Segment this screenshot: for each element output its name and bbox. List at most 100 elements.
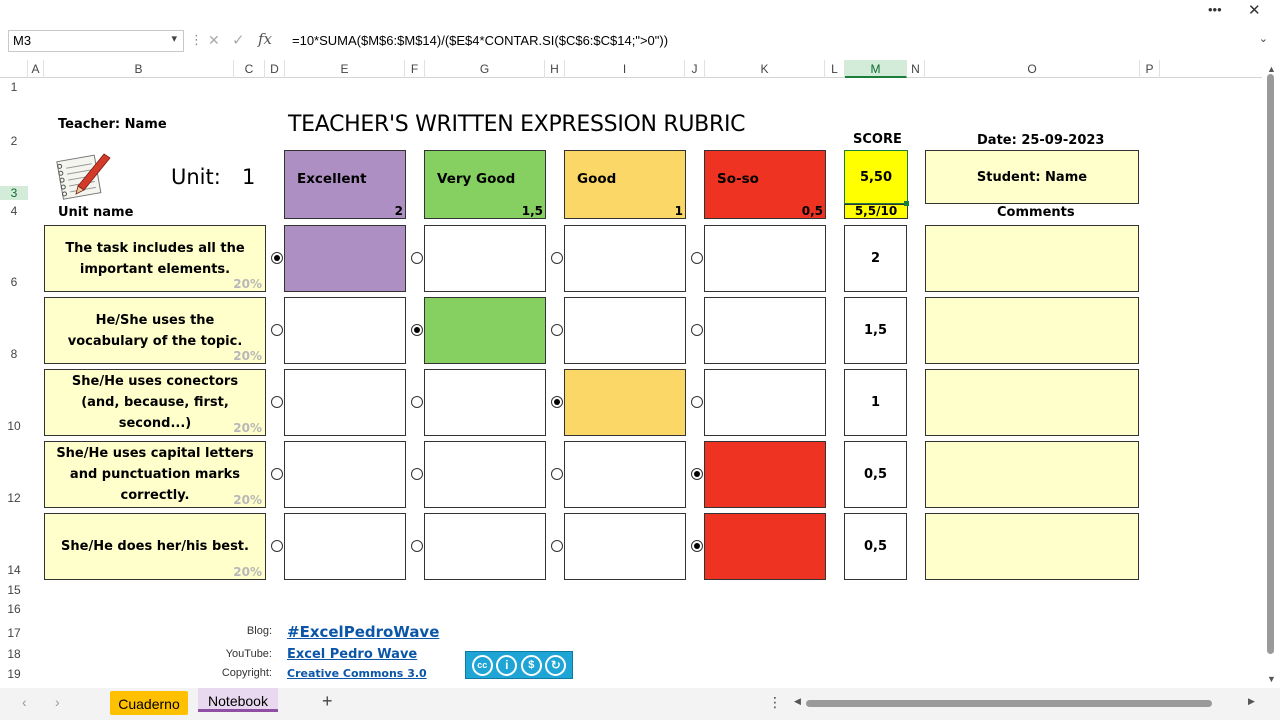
copyright-link[interactable]: Creative Commons 3.0 <box>287 667 427 680</box>
level-radio-button[interactable] <box>411 540 423 552</box>
column-header[interactable]: C <box>234 60 265 78</box>
sheet-tab-notebook[interactable]: Notebook <box>198 688 278 712</box>
level-cell[interactable] <box>704 225 826 292</box>
row-header[interactable]: 15 <box>0 583 28 597</box>
comment-cell[interactable] <box>925 513 1139 580</box>
vertical-scroll-thumb[interactable] <box>1267 74 1274 654</box>
column-header[interactable]: N <box>907 60 925 78</box>
level-cell[interactable] <box>704 369 826 436</box>
level-radio-button[interactable] <box>691 324 703 336</box>
column-header[interactable]: B <box>44 60 234 78</box>
vertical-scrollbar[interactable]: ▲ ▼ <box>1262 60 1280 686</box>
level-cell[interactable] <box>424 441 546 508</box>
scroll-right-icon[interactable]: ▶ <box>1248 696 1255 707</box>
row-header[interactable]: 18 <box>0 647 28 661</box>
level-radio-button[interactable] <box>271 396 283 408</box>
row-header[interactable]: 6 <box>0 275 28 289</box>
level-cell-selected[interactable] <box>284 225 406 292</box>
level-radio-button[interactable] <box>551 396 563 408</box>
level-cell-selected[interactable] <box>424 297 546 364</box>
more-options-icon[interactable]: ••• <box>1208 2 1222 17</box>
horizontal-scroll-thumb[interactable] <box>806 700 1212 707</box>
more-vertical-icon[interactable]: ⋮ <box>190 32 203 48</box>
row-header[interactable]: 19 <box>0 667 28 681</box>
level-radio-button[interactable] <box>411 468 423 480</box>
level-radio-button[interactable] <box>411 324 423 336</box>
more-vertical-icon[interactable]: ⋮ <box>768 694 782 711</box>
close-icon[interactable]: ✕ <box>1248 1 1261 19</box>
column-header[interactable]: I <box>565 60 685 78</box>
level-radio-button[interactable] <box>271 252 283 264</box>
comment-cell[interactable] <box>925 225 1139 292</box>
creative-commons-badge[interactable]: cc i $ ↻ <box>465 651 573 679</box>
row-header[interactable]: 8 <box>0 347 28 361</box>
level-cell[interactable] <box>284 441 406 508</box>
unit-number[interactable]: 1 <box>242 165 255 189</box>
level-radio-button[interactable] <box>411 252 423 264</box>
comment-cell[interactable] <box>925 441 1139 508</box>
level-cell[interactable] <box>424 225 546 292</box>
chevron-down-icon[interactable]: ▾ <box>171 32 177 45</box>
level-radio-button[interactable] <box>551 468 563 480</box>
level-cell[interactable] <box>424 513 546 580</box>
level-cell[interactable] <box>564 297 686 364</box>
function-icon[interactable]: fx <box>258 30 272 48</box>
add-sheet-icon[interactable]: + <box>322 691 333 712</box>
level-cell[interactable] <box>564 225 686 292</box>
level-cell[interactable] <box>424 369 546 436</box>
row-header[interactable]: 4 <box>0 204 28 218</box>
level-cell[interactable] <box>284 369 406 436</box>
level-cell-selected[interactable] <box>704 513 826 580</box>
row-header[interactable]: 14 <box>0 563 28 577</box>
scroll-left-icon[interactable]: ◀ <box>794 696 801 707</box>
formula-input[interactable]: =10*SUMA($M$6:$M$14)/($E$4*CONTAR.SI($C$… <box>284 30 1274 52</box>
row-header[interactable]: 10 <box>0 419 28 433</box>
column-header-selected[interactable]: M <box>845 60 907 78</box>
scroll-up-icon[interactable]: ▲ <box>1267 64 1276 74</box>
comment-cell[interactable] <box>925 297 1139 364</box>
column-header[interactable]: K <box>705 60 825 78</box>
level-radio-button[interactable] <box>691 540 703 552</box>
level-radio-button[interactable] <box>411 396 423 408</box>
row-header[interactable]: 2 <box>0 134 28 148</box>
level-radio-button[interactable] <box>271 468 283 480</box>
level-radio-button[interactable] <box>691 252 703 264</box>
prev-sheet-icon[interactable]: ‹ <box>22 694 27 710</box>
level-cell-selected[interactable] <box>564 369 686 436</box>
name-box[interactable]: M3 ▾ <box>8 30 184 52</box>
score-total-cell[interactable]: 5,50 <box>844 150 908 204</box>
level-cell[interactable] <box>284 513 406 580</box>
row-header[interactable]: 17 <box>0 626 28 640</box>
column-header[interactable]: L <box>825 60 845 78</box>
row-header-selected[interactable]: 3 <box>0 186 28 200</box>
column-header[interactable]: D <box>265 60 285 78</box>
column-header[interactable]: G <box>425 60 545 78</box>
scroll-down-icon[interactable]: ▼ <box>1267 674 1276 684</box>
youtube-link[interactable]: Excel Pedro Wave <box>287 647 417 662</box>
expand-formula-icon[interactable]: ⌄ <box>1259 32 1268 45</box>
cancel-icon[interactable]: ✕ <box>208 32 220 49</box>
level-radio-button[interactable] <box>551 252 563 264</box>
level-cell[interactable] <box>564 513 686 580</box>
fill-handle[interactable] <box>904 201 909 206</box>
row-header[interactable]: 1 <box>0 80 28 94</box>
level-radio-button[interactable] <box>691 468 703 480</box>
next-sheet-icon[interactable]: › <box>55 694 60 710</box>
level-cell[interactable] <box>704 297 826 364</box>
level-cell-selected[interactable] <box>704 441 826 508</box>
enter-icon[interactable]: ✓ <box>232 31 245 49</box>
level-radio-button[interactable] <box>271 540 283 552</box>
column-header[interactable]: O <box>925 60 1140 78</box>
column-header[interactable]: J <box>685 60 705 78</box>
level-radio-button[interactable] <box>271 324 283 336</box>
column-header[interactable]: E <box>285 60 405 78</box>
student-name-box[interactable]: Student: Name <box>925 150 1139 204</box>
blog-link[interactable]: #ExcelPedroWave <box>287 623 439 641</box>
column-header[interactable]: H <box>545 60 565 78</box>
select-all-corner[interactable] <box>0 60 28 78</box>
level-cell[interactable] <box>564 441 686 508</box>
row-header[interactable]: 16 <box>0 602 28 616</box>
column-header[interactable]: P <box>1140 60 1160 78</box>
level-radio-button[interactable] <box>551 324 563 336</box>
column-header[interactable]: A <box>28 60 44 78</box>
